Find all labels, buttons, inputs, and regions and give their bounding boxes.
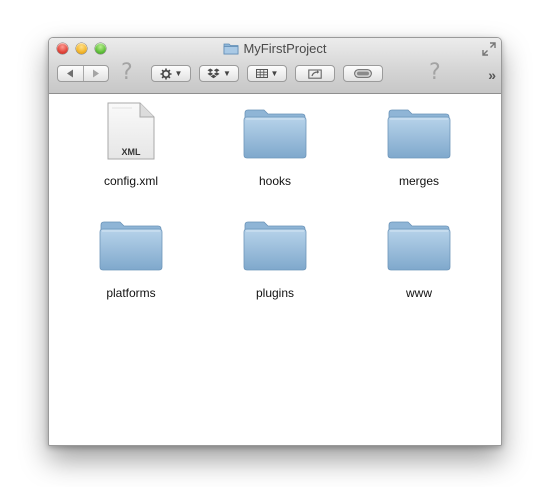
item-label: merges (398, 174, 439, 188)
chevron-down-icon: ▼ (174, 69, 183, 78)
dropbox-menu-button[interactable]: ▼ (199, 65, 239, 82)
help-placeholder-right: ? (429, 60, 441, 85)
window-title-text: MyFirstProject (243, 41, 327, 56)
share-button[interactable] (295, 65, 335, 82)
share-icon (308, 69, 322, 79)
action-menu-button[interactable]: ▼ (151, 65, 191, 82)
titlebar[interactable]: MyFirstProject ? ▼ ▼ ▼ ? » (49, 38, 501, 94)
folder-item-merges[interactable]: merges (359, 100, 479, 188)
folder-item-hooks[interactable]: hooks (215, 100, 335, 188)
folder-item-platforms[interactable]: platforms (71, 212, 191, 300)
fullscreen-icon[interactable] (482, 42, 496, 56)
finder-window: MyFirstProject ? ▼ ▼ ▼ ? » XML config.xm… (48, 37, 502, 446)
folder-item-www[interactable]: www (359, 212, 479, 300)
item-label: config.xml (103, 174, 159, 188)
forward-arrow-icon (92, 69, 99, 78)
help-placeholder: ? (121, 60, 133, 85)
xml-file-icon: XML (98, 100, 164, 162)
dropbox-icon (207, 68, 220, 79)
back-forward-control (57, 65, 109, 82)
view-grid-icon (255, 69, 268, 78)
toggle-pill-icon (354, 69, 372, 78)
file-icon-view: XML config.xml hooks merges platforms pl… (49, 94, 501, 445)
folder-item-plugins[interactable]: plugins (215, 212, 335, 300)
back-arrow-icon (67, 69, 74, 78)
file-item-config-xml[interactable]: XML config.xml (71, 100, 191, 188)
item-label: www (406, 286, 432, 300)
window-title: MyFirstProject (49, 41, 501, 56)
folder-icon (386, 100, 452, 162)
folder-icon (224, 43, 239, 55)
item-label: platforms (106, 286, 156, 300)
item-label: plugins (255, 286, 295, 300)
back-button[interactable] (58, 66, 83, 81)
gear-icon (160, 68, 172, 79)
item-label: hooks (258, 174, 292, 188)
forward-button[interactable] (82, 66, 109, 81)
toolbar-toggle-button[interactable] (343, 65, 383, 82)
folder-icon (242, 100, 308, 162)
chevron-down-icon: ▼ (270, 69, 279, 78)
toolbar-overflow-button[interactable]: » (488, 67, 496, 83)
folder-icon (242, 212, 308, 274)
folder-icon (98, 212, 164, 274)
folder-icon (386, 212, 452, 274)
chevron-down-icon: ▼ (223, 69, 231, 78)
file-type-badge: XML (121, 147, 141, 157)
view-options-button[interactable]: ▼ (247, 65, 287, 82)
